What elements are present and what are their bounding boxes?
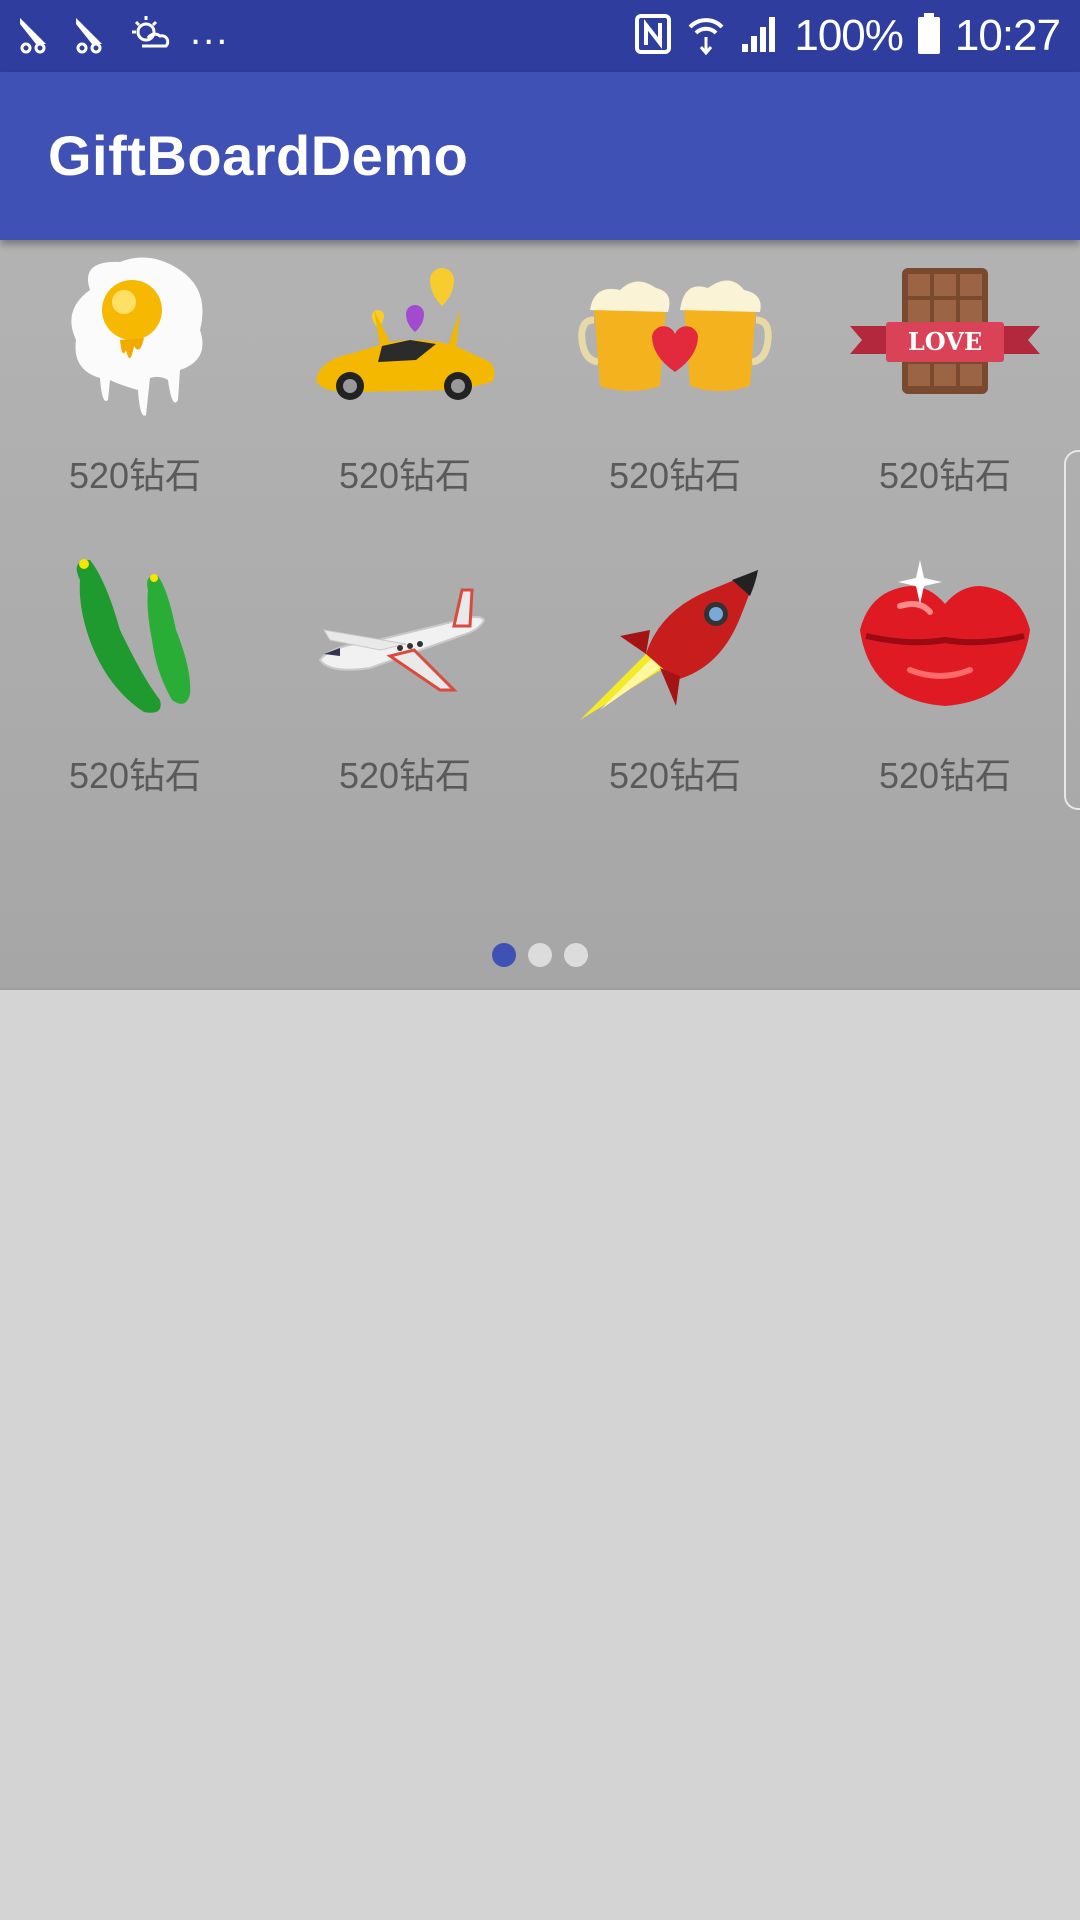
fried-egg-icon — [60, 257, 210, 416]
private-jet-icon — [318, 560, 486, 710]
beer-cheers-icon — [578, 260, 772, 410]
status-system: 100% 10:27 — [634, 10, 1061, 62]
gift-price: 520钻石 — [608, 455, 742, 496]
notification-icon — [16, 14, 54, 59]
sports-car-icon — [316, 260, 495, 410]
rocket-icon — [580, 560, 758, 720]
nfc-icon — [634, 13, 672, 60]
gift-item[interactable]: 520钻石 — [540, 540, 810, 840]
notification-icon — [72, 14, 110, 59]
gift-price: 520钻石 — [608, 755, 742, 796]
status-overflow: ... — [190, 9, 230, 53]
battery-percent: 100% — [794, 11, 904, 60]
svg-text:LOVE: LOVE — [908, 327, 982, 356]
gift-item[interactable]: 520钻石 — [0, 540, 270, 840]
kiss-lips-icon — [860, 560, 1030, 710]
edge-panel-handle[interactable] — [1064, 450, 1080, 810]
gift-price: 520钻石 — [338, 755, 472, 796]
page-dot-1[interactable] — [492, 943, 516, 967]
app-title: GiftBoardDemo — [48, 124, 469, 187]
gift-item[interactable]: LOVE 520钻石 — [810, 240, 1080, 540]
cucumber-icon — [60, 559, 210, 713]
gift-item[interactable]: 520钻石 — [0, 240, 270, 540]
signal-icon — [740, 14, 780, 59]
gift-board[interactable]: 520钻石 520钻石 520钻石 LOVE 520钻石 520钻石 520钻石… — [0, 240, 1080, 990]
gift-item[interactable]: 520钻石 — [540, 240, 810, 540]
weather-icon — [128, 14, 172, 59]
gift-price: 520钻石 — [878, 755, 1012, 796]
clock: 10:27 — [954, 11, 1061, 60]
page-indicator — [0, 943, 1080, 967]
love-chocolate-icon: LOVE — [850, 260, 1040, 410]
page-dot-3[interactable] — [564, 943, 588, 967]
wifi-icon — [686, 13, 726, 60]
app-bar: GiftBoardDemo — [0, 72, 1080, 240]
gift-item[interactable]: 520钻石 — [810, 540, 1080, 840]
battery-icon — [917, 12, 941, 60]
status-bar: ... 100% 10:27 — [0, 0, 1080, 72]
page-dot-2[interactable] — [528, 943, 552, 967]
status-notifications: ... — [16, 9, 230, 59]
gift-price: 520钻石 — [68, 455, 202, 496]
gift-item[interactable]: 520钻石 — [270, 240, 540, 540]
gift-price: 520钻石 — [68, 755, 202, 796]
gift-price: 520钻石 — [338, 455, 472, 496]
gift-item[interactable]: 520钻石 — [270, 540, 540, 840]
gift-price: 520钻石 — [878, 455, 1012, 496]
